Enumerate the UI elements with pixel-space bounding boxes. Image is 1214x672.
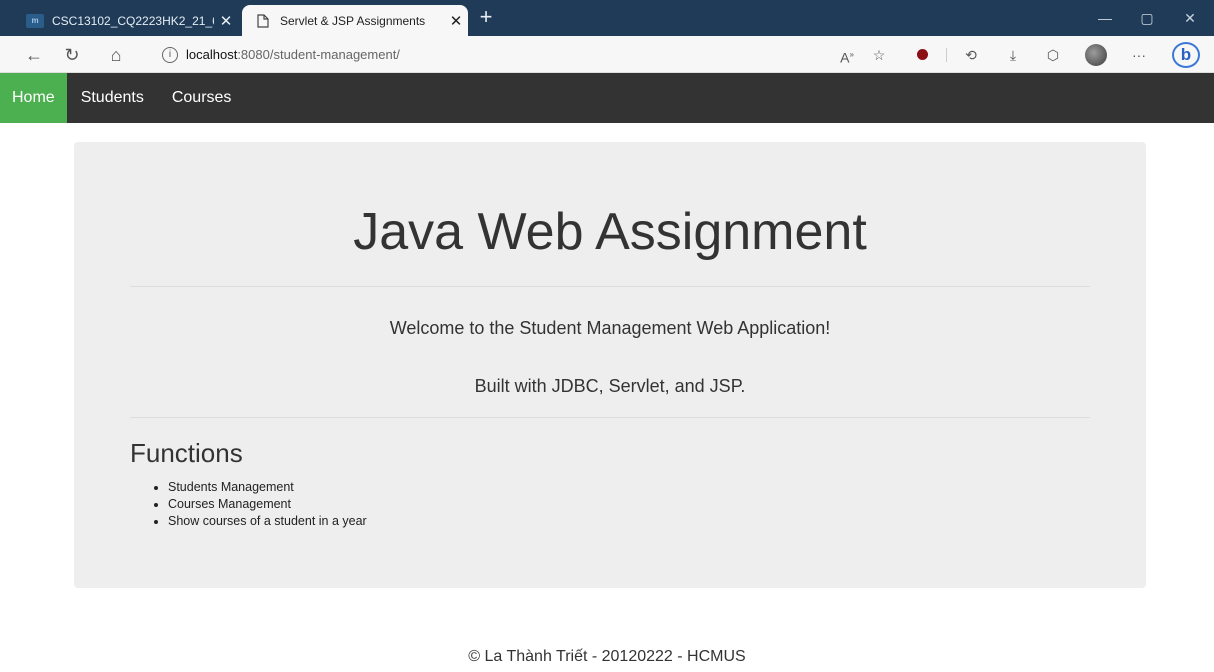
nav-students[interactable]: Students [67,73,158,123]
moodle-favicon-icon: m [26,13,44,28]
info-icon[interactable]: i [162,46,178,63]
functions-list: Students Management Courses Management S… [152,479,367,530]
close-window-icon[interactable]: ✕ [1175,8,1205,28]
bing-chat-icon[interactable]: b [1172,42,1200,68]
browser-tab-strip: m CSC13102_CQ2223HK2_21_6: Bài ✕ Servlet… [0,0,1214,36]
built-with-text: Built with JDBC, Servlet, and JSP. [474,376,746,396]
url-host: localhost [186,47,238,62]
list-item: Show courses of a student in a year [168,513,367,530]
address-bar[interactable]: i localhost:8080/student-management/ [148,40,908,69]
toolbar-divider [946,48,947,62]
favorites-icon[interactable]: ☆ [868,45,890,65]
divider [130,286,1090,287]
list-item: Students Management [168,479,367,496]
browser-toolbar: ← ↻ ⌂ i localhost:8080/student-managemen… [0,36,1214,73]
tab-label: CSC13102_CQ2223HK2_21_6: Bài [52,13,214,28]
tab-label: Servlet & JSP Assignments [280,13,426,28]
page-icon [254,13,272,28]
page-title: Java Web Assignment [353,203,867,261]
more-icon[interactable]: ··· [1128,45,1150,65]
close-tab-icon[interactable]: ✕ [444,12,468,30]
new-tab-icon[interactable]: + [474,6,498,30]
jumbotron: Java Web Assignment Welcome to the Stude… [74,142,1146,588]
site-navbar: Home Students Courses [0,73,1214,123]
nav-courses[interactable]: Courses [158,73,246,123]
extensions-icon[interactable]: ⬡ [1042,45,1064,65]
minimize-icon[interactable]: — [1090,8,1120,28]
profile-avatar[interactable] [1085,44,1107,66]
download-icon[interactable]: ⤓ [1002,45,1024,65]
close-tab-icon[interactable]: ✕ [214,12,238,30]
home-icon[interactable]: ⌂ [104,43,128,67]
footer-copyright: © La Thành Triết - 20120222 - HCMUS [468,648,746,665]
functions-heading: Functions [130,438,243,468]
url-path: :8080/student-management/ [237,47,400,62]
nav-home[interactable]: Home [0,73,67,123]
record-icon[interactable] [917,49,928,60]
divider [130,417,1090,418]
refresh-icon[interactable]: ↻ [60,43,84,67]
list-item: Courses Management [168,496,367,513]
browser-tab-moodle[interactable]: m CSC13102_CQ2223HK2_21_6: Bài ✕ [20,5,238,36]
back-icon[interactable]: ← [22,43,46,67]
history-icon[interactable]: ⟲ [960,45,982,65]
welcome-text: Welcome to the Student Management Web Ap… [389,318,831,338]
maximize-icon[interactable]: ▢ [1132,8,1162,28]
read-aloud-icon[interactable]: A» [836,45,858,66]
browser-tab-servlet[interactable]: Servlet & JSP Assignments ✕ [242,5,468,36]
